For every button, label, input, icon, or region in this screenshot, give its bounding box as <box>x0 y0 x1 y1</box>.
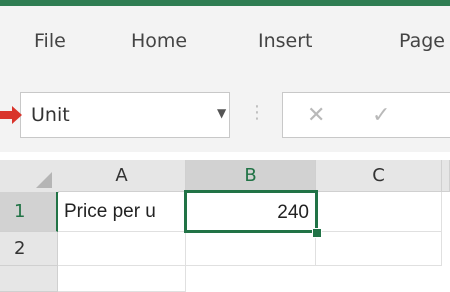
column-header-a[interactable]: A <box>58 160 186 192</box>
select-all-button[interactable] <box>0 160 59 193</box>
row-header-1[interactable]: 1 <box>0 192 58 232</box>
cell-c2[interactable] <box>316 232 442 266</box>
cell-a1[interactable]: Price per u <box>58 192 186 232</box>
cell-b1-selected[interactable]: 240 <box>184 190 318 233</box>
tab-page-layout[interactable]: Page <box>399 30 445 52</box>
tab-file[interactable]: File <box>34 30 66 52</box>
column-header-c[interactable]: C <box>316 160 442 192</box>
select-all-icon <box>36 172 52 188</box>
tab-home[interactable]: Home <box>131 30 187 52</box>
fill-handle[interactable] <box>312 228 322 238</box>
name-box[interactable]: Unit ▼ <box>20 92 230 138</box>
chevron-down-icon[interactable]: ▼ <box>217 106 226 120</box>
ribbon-body <box>0 64 450 92</box>
cell-c1[interactable] <box>318 192 442 232</box>
cell-b2[interactable] <box>186 232 316 266</box>
checkmark-icon[interactable]: ✓ <box>372 103 390 128</box>
cell-a3[interactable] <box>58 266 186 292</box>
ribbon-tabs: File Home Insert Page <box>0 6 450 64</box>
column-header-b[interactable]: B <box>186 160 316 192</box>
row-header-3[interactable] <box>0 266 58 292</box>
tab-insert[interactable]: Insert <box>258 30 313 52</box>
pointer-arrow-icon <box>0 106 22 124</box>
close-icon[interactable]: ✕ <box>307 103 325 128</box>
name-box-value: Unit <box>31 104 70 126</box>
column-header-d[interactable] <box>442 160 450 192</box>
formula-bar-separator[interactable]: ⋮ <box>248 102 266 123</box>
worksheet-grid: A B C 1 2 Price per u 240 <box>0 152 450 292</box>
row-header-2[interactable]: 2 <box>0 232 58 266</box>
cell-a2[interactable] <box>58 232 186 266</box>
